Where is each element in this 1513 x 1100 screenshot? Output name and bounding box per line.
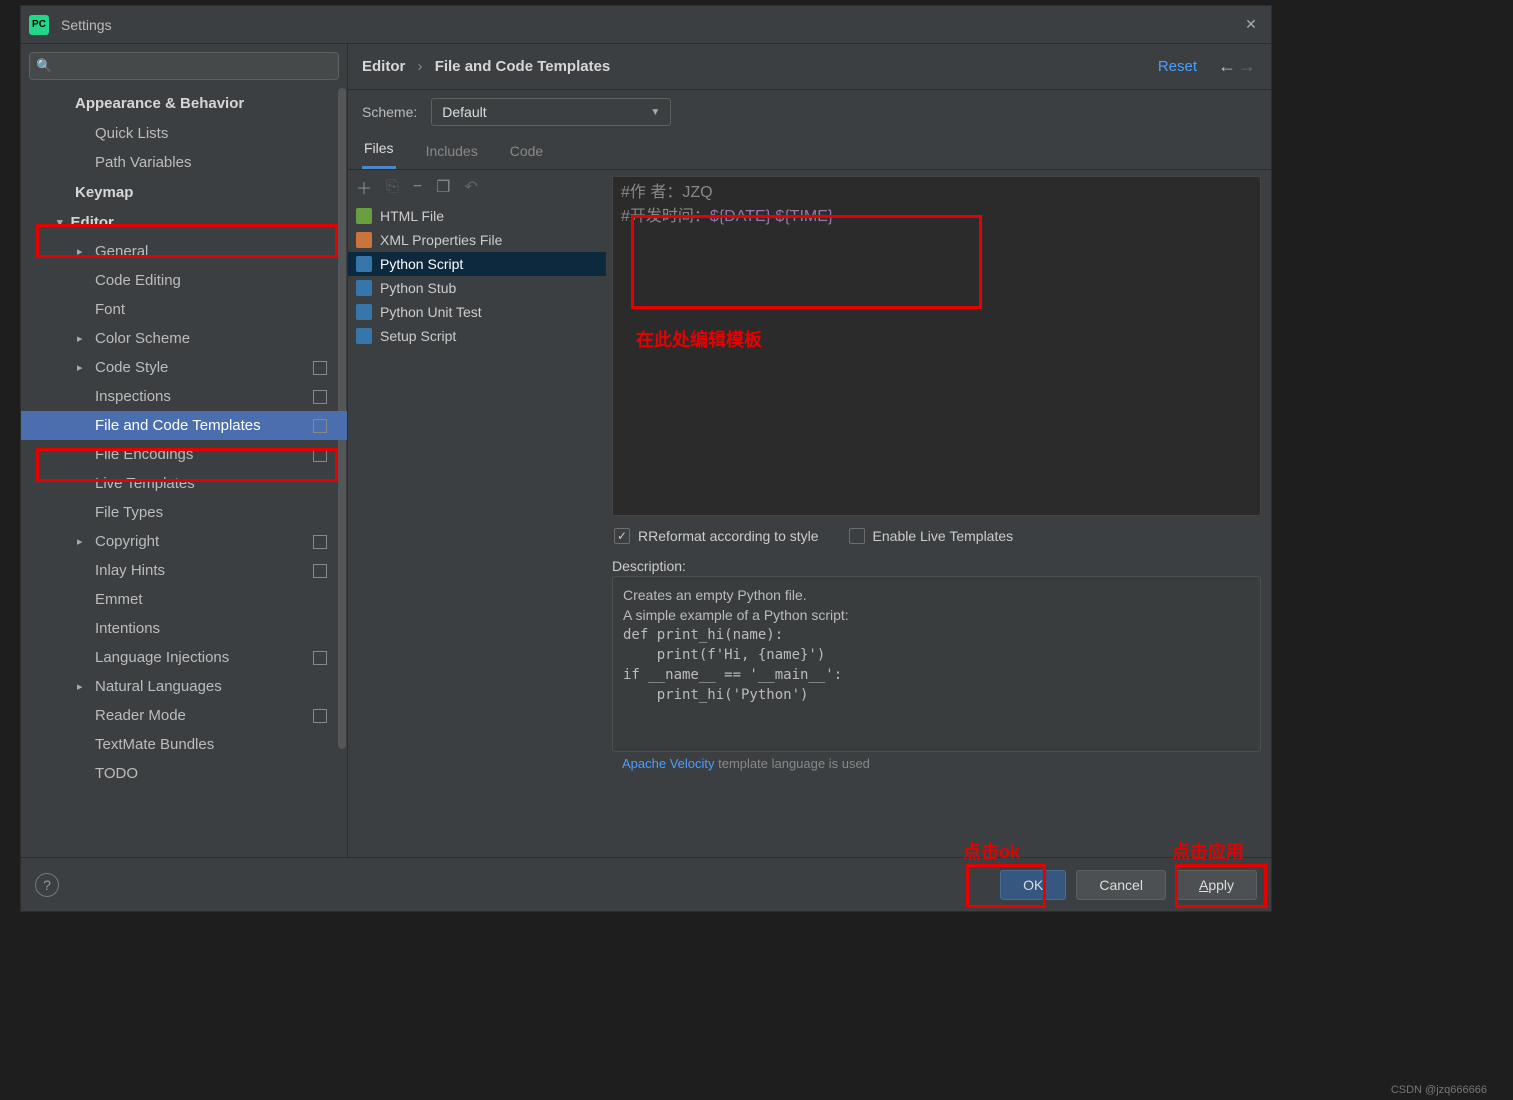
template-item[interactable]: Python Script [348, 252, 606, 276]
breadcrumb-leaf: File and Code Templates [435, 58, 611, 75]
template-item[interactable]: HTML File [348, 204, 606, 228]
tree-item[interactable]: Appearance & Behavior [21, 88, 347, 119]
help-button[interactable]: ? [35, 873, 59, 897]
chevron-right-icon: ▸ [77, 332, 83, 345]
file-type-icon [356, 304, 372, 320]
tree-item[interactable]: Language Injections [21, 643, 347, 672]
copy-template-icon[interactable]: ⎘ [386, 178, 399, 196]
project-scope-icon [313, 448, 327, 462]
remove-icon[interactable]: − [413, 178, 422, 196]
search-icon: 🔍 [36, 58, 52, 74]
dialog-footer: ? OK Cancel Apply [21, 857, 1271, 911]
reset-link[interactable]: Reset [1158, 58, 1197, 75]
project-scope-icon [313, 709, 327, 723]
tree-item[interactable]: Emmet [21, 585, 347, 614]
editor-pane: #作 者：JZQ #开发时间：${DATE} ${TIME} ✓RReforma… [606, 170, 1271, 857]
tree-item[interactable]: ▸Copyright [21, 527, 347, 556]
search-input[interactable]: 🔍 [29, 52, 339, 80]
titlebar: PC Settings ✕ [21, 6, 1271, 44]
chevron-right-icon: ▸ [77, 535, 83, 548]
template-toolbar: ＋ ⎘ − ❐ ↶ [348, 170, 606, 204]
revert-icon[interactable]: ↶ [465, 177, 478, 197]
tree-item[interactable]: Font [21, 295, 347, 324]
tree-item[interactable]: TextMate Bundles [21, 730, 347, 759]
tab-files[interactable]: Files [362, 140, 396, 169]
project-scope-icon [313, 419, 327, 433]
tree-item[interactable]: TODO [21, 759, 347, 788]
watermark: CSDN @jzq666666 [1391, 1084, 1487, 1096]
chevron-right-icon: ▸ [77, 245, 83, 258]
window-title: Settings [61, 17, 1239, 33]
file-list[interactable]: HTML FileXML Properties FilePython Scrip… [348, 204, 606, 857]
tree-item[interactable]: File and Code Templates [21, 411, 347, 440]
chevron-right-icon: ▸ [77, 361, 83, 374]
settings-tree[interactable]: Appearance & BehaviorQuick ListsPath Var… [21, 88, 347, 857]
annotation-edit-template: 在此处编辑模板 [636, 326, 762, 352]
tree-item[interactable]: Keymap [21, 177, 347, 208]
project-scope-icon [313, 535, 327, 549]
app-logo-icon: PC [29, 15, 49, 35]
add-icon[interactable]: ＋ [356, 175, 372, 199]
chevron-down-icon: ▾ [57, 216, 63, 229]
description-box: Creates an empty Python file. A simple e… [612, 576, 1261, 752]
tabs: Files Includes Code [348, 134, 1271, 170]
sidebar: 🔍 Appearance & BehaviorQuick ListsPath V… [21, 44, 348, 857]
project-scope-icon [313, 564, 327, 578]
nav-forward-icon: → [1237, 56, 1257, 77]
nav-back-icon[interactable]: ← [1217, 56, 1237, 77]
main-panel: Editor › File and Code Templates Reset ←… [348, 44, 1271, 857]
template-item[interactable]: Python Stub [348, 276, 606, 300]
tree-item[interactable]: Inlay Hints [21, 556, 347, 585]
description-label: Description: [612, 558, 1261, 574]
file-type-icon [356, 208, 372, 224]
project-scope-icon [313, 390, 327, 404]
velocity-hint: Apache Velocity template language is use… [612, 752, 1261, 775]
tree-item[interactable]: File Types [21, 498, 347, 527]
reformat-checkbox[interactable]: ✓RReformat according to style [614, 528, 819, 544]
template-item[interactable]: XML Properties File [348, 228, 606, 252]
settings-window: PC Settings ✕ 🔍 Appearance & BehaviorQui… [20, 5, 1272, 912]
chevron-right-icon: › [418, 58, 423, 75]
tree-item[interactable]: Code Editing [21, 266, 347, 295]
velocity-link[interactable]: Apache Velocity [622, 756, 715, 771]
project-scope-icon [313, 361, 327, 375]
tree-item[interactable]: ▾Editor [21, 208, 347, 237]
cancel-button[interactable]: Cancel [1076, 870, 1166, 900]
breadcrumb-root[interactable]: Editor [362, 58, 405, 75]
scheme-select[interactable]: Default ▼ [431, 98, 671, 126]
tree-item[interactable]: Live Templates [21, 469, 347, 498]
file-type-icon [356, 232, 372, 248]
chevron-right-icon: ▸ [77, 680, 83, 693]
tree-item[interactable]: Reader Mode [21, 701, 347, 730]
file-type-icon [356, 328, 372, 344]
close-icon[interactable]: ✕ [1239, 16, 1263, 33]
ok-button[interactable]: OK [1000, 870, 1066, 900]
template-item[interactable]: Python Unit Test [348, 300, 606, 324]
tree-item[interactable]: ▸Color Scheme [21, 324, 347, 353]
tree-item[interactable]: ▸Natural Languages [21, 672, 347, 701]
annotation-click-apply: 点击应用 [1172, 838, 1244, 864]
file-type-icon [356, 256, 372, 272]
tree-item[interactable]: Quick Lists [21, 119, 347, 148]
scheme-label: Scheme: [362, 104, 417, 120]
tree-item[interactable]: ▸Code Style [21, 353, 347, 382]
tree-item[interactable]: File Encodings [21, 440, 347, 469]
apply-button[interactable]: Apply [1176, 870, 1257, 900]
tab-includes[interactable]: Includes [424, 143, 480, 169]
enable-live-checkbox[interactable]: Enable Live Templates [849, 528, 1014, 544]
tree-item[interactable]: Inspections [21, 382, 347, 411]
template-item[interactable]: Setup Script [348, 324, 606, 348]
template-list-pane: ＋ ⎘ − ❐ ↶ HTML FileXML Properties FilePy… [348, 170, 606, 857]
annotation-click-ok: 点击ok [963, 838, 1020, 864]
breadcrumb: Editor › File and Code Templates [362, 58, 1158, 75]
duplicate-icon[interactable]: ❐ [436, 177, 450, 197]
scheme-value: Default [442, 104, 486, 120]
chevron-down-icon: ▼ [650, 107, 660, 118]
tree-item[interactable]: Path Variables [21, 148, 347, 177]
tree-item[interactable]: Intentions [21, 614, 347, 643]
project-scope-icon [313, 651, 327, 665]
tab-code[interactable]: Code [508, 143, 545, 169]
tree-item[interactable]: ▸General [21, 237, 347, 266]
file-type-icon [356, 280, 372, 296]
